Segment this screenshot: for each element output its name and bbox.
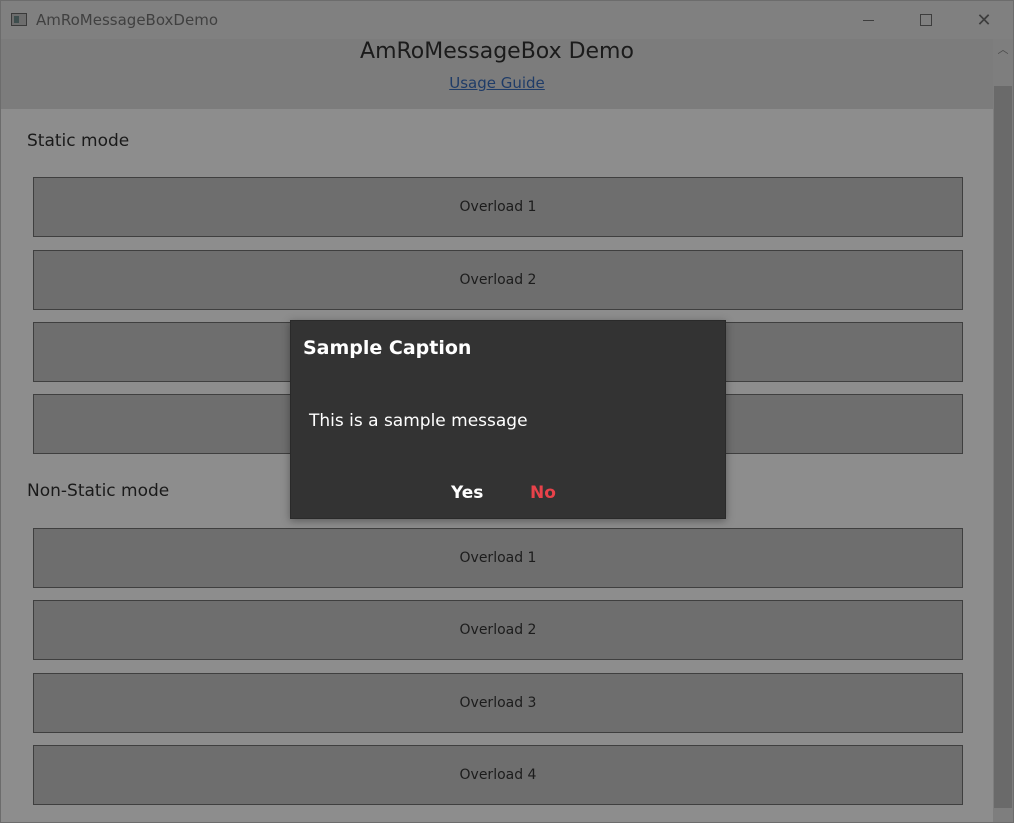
scroll-up-icon[interactable]: ︿ [993, 39, 1013, 61]
nonstatic-overload-1-button[interactable]: Overload 1 [33, 528, 963, 588]
maximize-icon [920, 14, 932, 26]
static-overload-1-button[interactable]: Overload 1 [33, 177, 963, 237]
app-header: AmRoMessageBox Demo Usage Guide [1, 39, 993, 109]
window-title: AmRoMessageBoxDemo [36, 11, 218, 29]
app-window: AmRoMessageBoxDemo ✕ AmRoMessageBox Demo… [0, 0, 1014, 823]
no-button[interactable]: No [530, 483, 556, 503]
yes-button[interactable]: Yes [451, 483, 483, 503]
non-static-mode-label: Non-Static mode [27, 481, 170, 501]
page-title: AmRoMessageBox Demo [360, 39, 634, 64]
minimize-icon [862, 19, 874, 21]
static-overload-2-button[interactable]: Overload 2 [33, 250, 963, 310]
app-window-icon [11, 13, 27, 26]
usage-guide-link-text[interactable]: Usage Guide [449, 74, 545, 92]
dialog-message: This is a sample message [309, 411, 528, 431]
message-box-dialog: Sample Caption This is a sample message … [290, 320, 726, 519]
minimize-button[interactable] [839, 1, 897, 39]
nonstatic-overload-3-button[interactable]: Overload 3 [33, 673, 963, 733]
usage-guide-link[interactable]: Usage Guide [1, 74, 993, 92]
dialog-caption: Sample Caption [303, 337, 472, 359]
nonstatic-overload-4-button[interactable]: Overload 4 [33, 745, 963, 805]
nonstatic-overload-2-button[interactable]: Overload 2 [33, 600, 963, 660]
vertical-scrollbar[interactable]: ︿ [993, 39, 1013, 822]
maximize-button[interactable] [897, 1, 955, 39]
close-button[interactable]: ✕ [955, 1, 1013, 39]
static-mode-label: Static mode [27, 131, 130, 151]
close-icon: ✕ [976, 9, 992, 31]
title-bar[interactable]: AmRoMessageBoxDemo ✕ [1, 1, 1013, 39]
scroll-thumb[interactable] [994, 86, 1012, 808]
